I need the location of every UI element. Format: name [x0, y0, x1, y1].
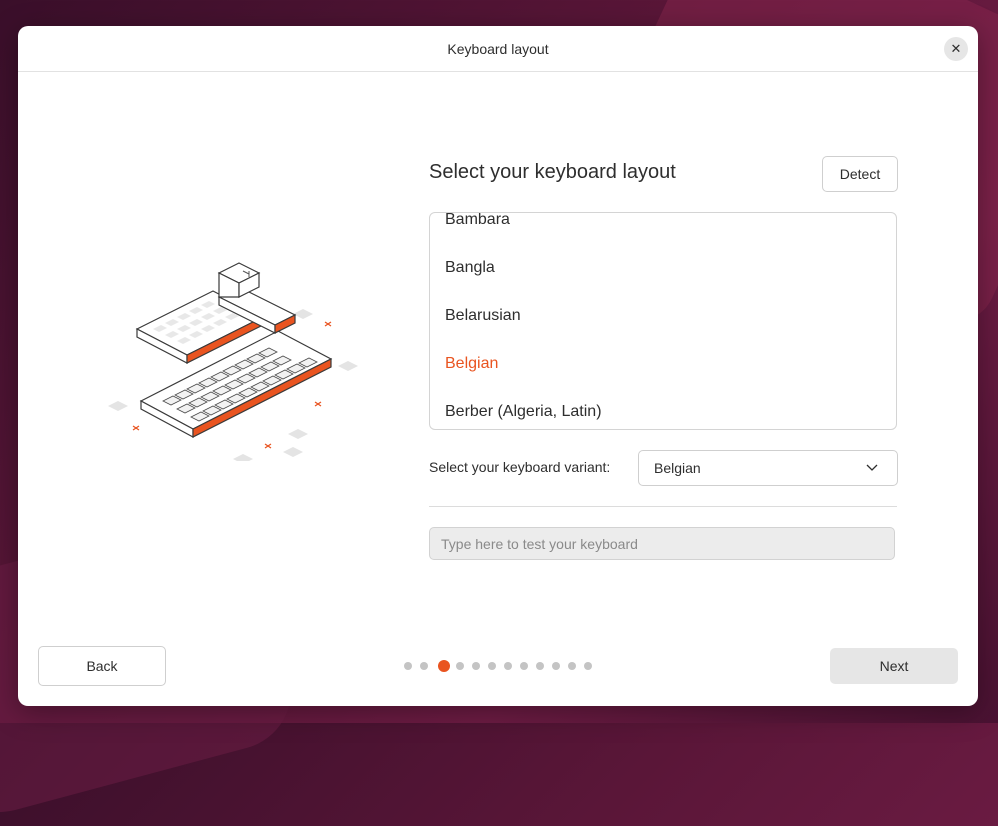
list-item-berber-algeria-latin[interactable]: Berber (Algeria, Latin) [445, 400, 602, 424]
keyboard-illustration [108, 262, 358, 461]
divider [429, 506, 897, 507]
keyboard-test-input[interactable] [429, 527, 895, 560]
list-item-belgian[interactable]: Belgian [445, 352, 498, 376]
title-bar: Keyboard layout ✕ [18, 26, 978, 72]
close-icon: ✕ [950, 41, 962, 56]
progress-dot [456, 662, 464, 670]
back-button[interactable]: Back [38, 646, 166, 686]
progress-dot [472, 662, 480, 670]
chevron-down-icon [866, 464, 878, 471]
variant-dropdown[interactable]: Belgian [638, 450, 898, 486]
detect-button[interactable]: Detect [822, 156, 898, 192]
list-item-belarusian[interactable]: Belarusian [445, 304, 521, 328]
progress-dot [584, 662, 592, 670]
layout-list[interactable]: Bambara Bangla Belarusian Belgian Berber… [429, 212, 897, 430]
next-button[interactable]: Next [830, 648, 958, 684]
list-item-bangla[interactable]: Bangla [445, 256, 495, 280]
variant-value: Belgian [654, 460, 701, 476]
progress-dot-active [438, 660, 450, 672]
progress-dot [404, 662, 412, 670]
progress-dot [552, 662, 560, 670]
progress-dot [536, 662, 544, 670]
progress-dot [520, 662, 528, 670]
list-item-bambara[interactable]: Bambara [445, 213, 510, 232]
variant-label: Select your keyboard variant: [429, 459, 611, 475]
page-heading: Select your keyboard layout [429, 161, 676, 183]
installer-dialog: Keyboard layout ✕ Select your keyboard l… [18, 26, 978, 706]
progress-dot [488, 662, 496, 670]
window-title: Keyboard layout [447, 40, 549, 57]
progress-dot [420, 662, 428, 670]
progress-dot [504, 662, 512, 670]
close-button[interactable]: ✕ [944, 37, 968, 61]
progress-dots [404, 660, 600, 672]
progress-dot [568, 662, 576, 670]
